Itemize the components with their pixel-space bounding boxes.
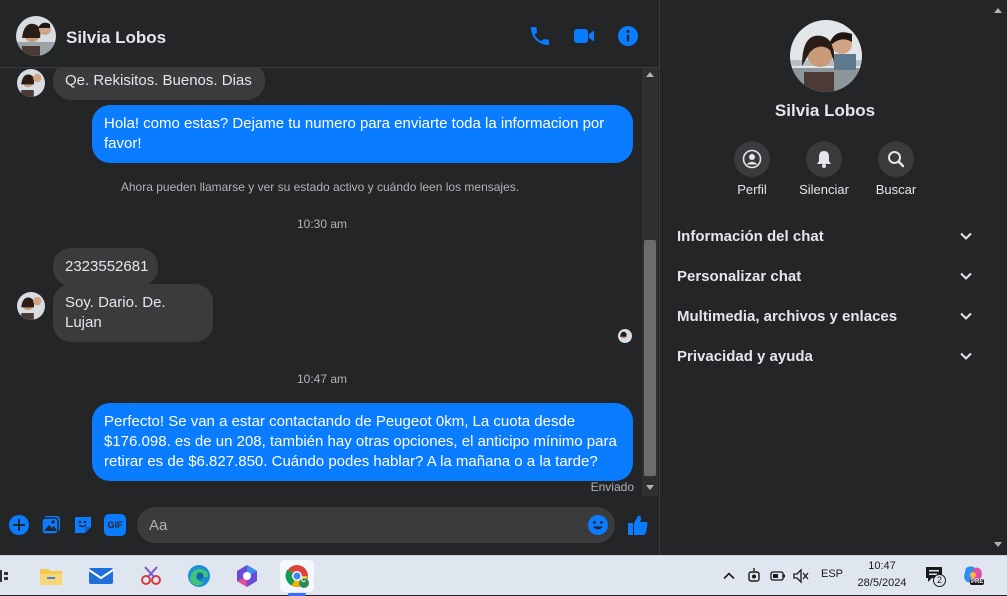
scissors-icon [141, 566, 161, 585]
notification-count-badge: 2 [933, 574, 946, 587]
incoming-message[interactable]: Soy. Dario. De. Lujan [53, 284, 213, 342]
incoming-message[interactable]: 2323552681 [53, 248, 158, 286]
message-scrollbar[interactable] [642, 68, 658, 496]
clock-time[interactable]: 10:47 [856, 560, 908, 572]
plus-icon[interactable] [8, 514, 30, 536]
scroll-thumb[interactable] [644, 240, 656, 476]
chevron-down-icon [960, 352, 972, 360]
clock-date[interactable]: 28/5/2024 [850, 577, 914, 589]
message-list: Qe. Rekisitos. Buenos. Dias Hola! como e… [0, 68, 642, 496]
notifications-button[interactable]: 2 [924, 565, 948, 589]
profile-name: Silvia Lobos [774, 101, 876, 120]
scroll-down-arrow-icon[interactable] [994, 542, 1002, 547]
battery-icon[interactable] [770, 568, 786, 584]
gif-label: GIF [107, 520, 123, 530]
language-indicator[interactable]: ESP [821, 568, 843, 580]
delivery-status: Enviado [590, 480, 634, 494]
seen-avatar-icon [618, 329, 632, 343]
chat-header: Silvia Lobos [0, 0, 660, 68]
video-camera-icon[interactable] [572, 24, 596, 48]
chevron-down-icon [960, 312, 972, 320]
profile-avatar[interactable] [790, 20, 862, 92]
scroll-up-arrow-icon[interactable] [994, 8, 1002, 13]
bell-icon [817, 151, 831, 168]
section-media-files-links[interactable]: Multimedia, archivos y enlaces [669, 296, 981, 336]
composer-bar: GIF [0, 500, 660, 555]
contact-avatar[interactable] [16, 16, 56, 56]
chevron-down-icon [960, 232, 972, 240]
section-customize-chat[interactable]: Personalizar chat [669, 256, 981, 296]
phone-icon[interactable] [528, 24, 552, 48]
search-label: Buscar [875, 182, 917, 197]
meet-now-icon[interactable] [746, 567, 762, 585]
profile-label: Perfil [737, 182, 767, 197]
mute-action-circle [806, 141, 842, 177]
scroll-down-arrow-icon[interactable] [646, 485, 654, 490]
speaker-muted-icon[interactable] [792, 568, 810, 584]
image-icon[interactable] [40, 514, 62, 536]
mute-button[interactable]: Silenciar [789, 141, 859, 197]
scroll-up-arrow-icon[interactable] [646, 72, 654, 77]
sender-avatar [17, 69, 45, 97]
search-action-circle [878, 141, 914, 177]
chevron-up-icon[interactable] [722, 569, 736, 583]
section-label: Privacidad y ayuda [677, 347, 813, 365]
sticker-icon[interactable] [72, 514, 94, 536]
timestamp: 10:30 am [296, 217, 348, 231]
mute-label: Silenciar [799, 182, 849, 197]
chat-info-sidebar: Silvia Lobos Perfil Silenciar Buscar Inf… [661, 0, 989, 555]
chrome-browser-button[interactable]: C [280, 560, 314, 592]
edge-browser-button[interactable] [182, 560, 216, 592]
contact-name[interactable]: Silvia Lobos [66, 28, 166, 48]
section-chat-info[interactable]: Información del chat [669, 216, 981, 256]
section-label: Multimedia, archivos y enlaces [677, 307, 898, 325]
timestamp: 10:47 am [296, 372, 348, 386]
gif-icon[interactable]: GIF [104, 514, 126, 536]
outgoing-message[interactable]: Perfecto! Se van a estar contactando de … [92, 403, 633, 481]
folder-icon [40, 569, 62, 585]
file-explorer-button[interactable] [34, 560, 68, 592]
outgoing-message[interactable]: Hola! como estas? Dejame tu numero para … [92, 105, 633, 163]
search-icon [888, 151, 905, 168]
m365-icon [237, 565, 257, 587]
chat-panel: Silvia Lobos Qe. Rekisitos. Buenos. Dias… [0, 0, 660, 555]
task-view-icon[interactable] [0, 568, 10, 584]
message-input[interactable] [137, 507, 615, 543]
emoji-icon[interactable] [587, 514, 609, 536]
copilot-button[interactable]: PRE [962, 564, 986, 588]
snipping-tool-button[interactable] [134, 560, 168, 592]
chrome-icon [285, 565, 309, 588]
chrome-profile-badge: C [301, 577, 307, 584]
profile-icon [742, 149, 762, 169]
section-label: Información del chat [677, 227, 824, 245]
window-scrollbar[interactable] [989, 0, 1007, 555]
chevron-down-icon [960, 272, 972, 280]
incoming-message[interactable]: Qe. Rekisitos. Buenos. Dias [53, 68, 265, 100]
section-privacy-help[interactable]: Privacidad y ayuda [669, 336, 981, 376]
sender-avatar [17, 292, 45, 320]
thumbs-up-icon[interactable] [626, 513, 650, 537]
edge-icon [188, 565, 210, 587]
taskbar: C ESP 10:47 28/5/2024 2 PRE [0, 555, 1007, 596]
profile-button[interactable]: Perfil [717, 141, 787, 197]
m365-button[interactable] [230, 560, 264, 592]
section-label: Personalizar chat [677, 267, 802, 285]
profile-action-circle [734, 141, 770, 177]
preview-badge: PRE [970, 579, 985, 585]
mail-icon [88, 568, 114, 584]
search-button[interactable]: Buscar [861, 141, 931, 197]
info-icon[interactable] [616, 24, 640, 48]
system-notice: Ahora pueden llamarse y ver su estado ac… [120, 180, 520, 194]
messenger-window: Silvia Lobos Qe. Rekisitos. Buenos. Dias… [0, 0, 1007, 555]
mail-button[interactable] [84, 560, 118, 592]
